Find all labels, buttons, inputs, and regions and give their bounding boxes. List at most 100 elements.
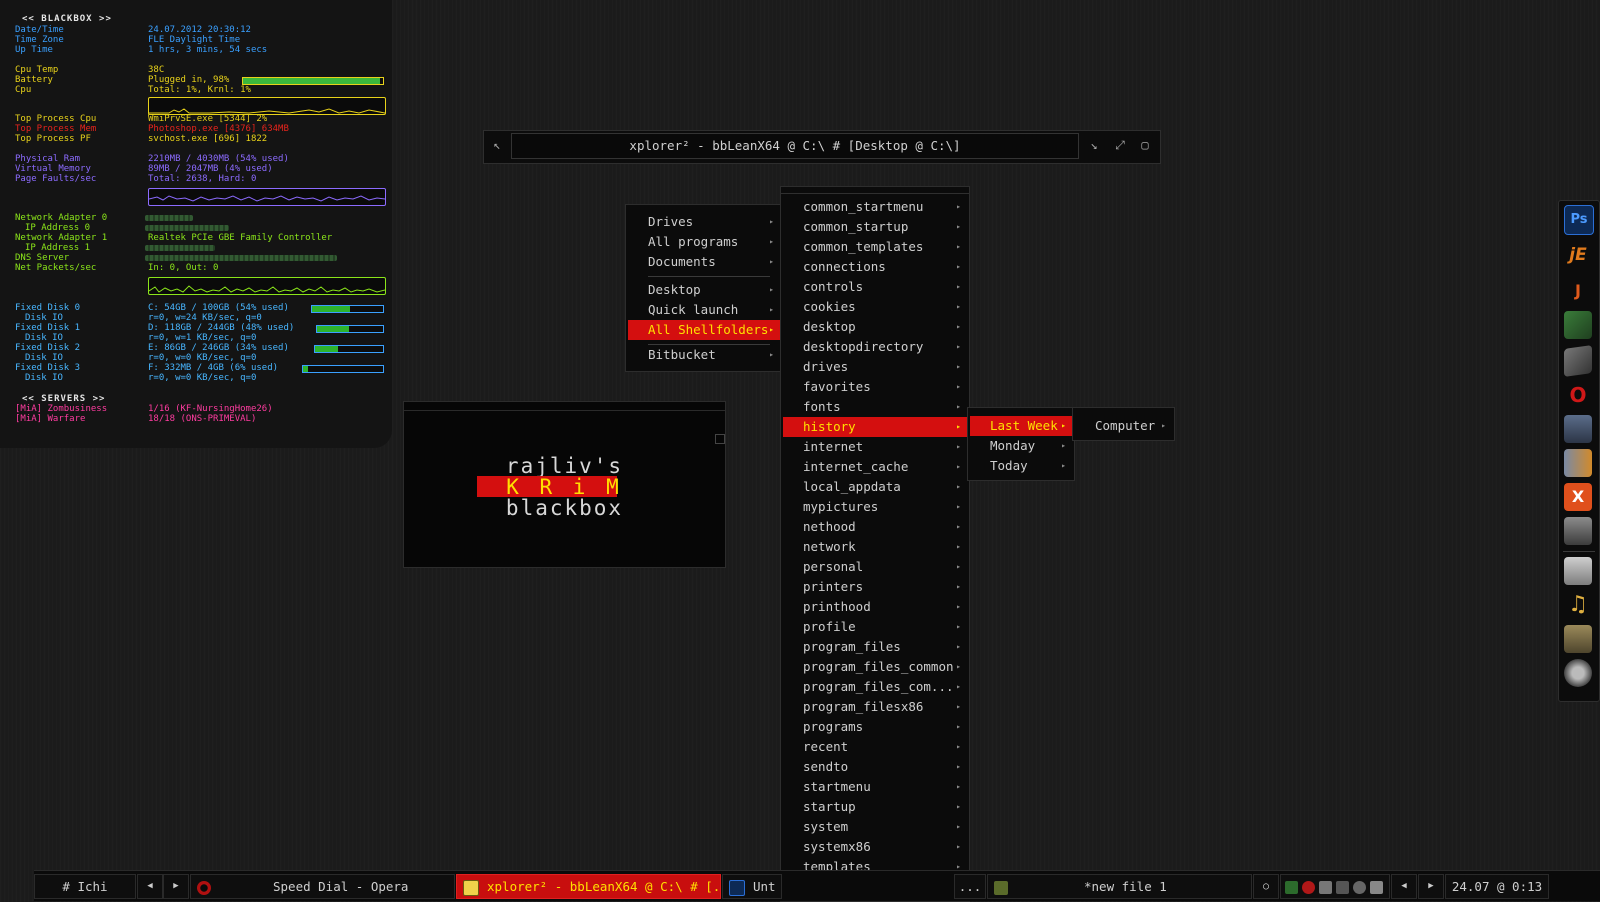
transfer-icon[interactable] xyxy=(1564,449,1592,477)
menu-item-common-startmenu[interactable]: common_startmenu ▸ xyxy=(783,197,967,217)
notepad-icon[interactable] xyxy=(1564,345,1592,377)
chevron-right-icon: ▸ xyxy=(1061,441,1066,450)
network-icon[interactable] xyxy=(1564,415,1592,443)
menu-item-today[interactable]: Today ▸ xyxy=(970,456,1072,476)
menu-item-nethood[interactable]: nethood ▸ xyxy=(783,517,967,537)
sysinfo-row: Top Process Mem Photoshop.exe [4376] 634M… xyxy=(15,124,289,134)
tray-next-button[interactable]: ▶ xyxy=(1418,874,1444,899)
menu-item-common-startup[interactable]: common_startup ▸ xyxy=(783,217,967,237)
menu-item-all-programs[interactable]: All programs ▸ xyxy=(628,232,780,252)
menu-item-systemx86[interactable]: systemx86 ▸ xyxy=(783,837,967,857)
minimize-button[interactable]: ↘ xyxy=(1086,136,1102,154)
volume-icon[interactable] xyxy=(1370,881,1383,894)
menu-item-programs[interactable]: programs ▸ xyxy=(783,717,967,737)
window-title[interactable]: xplorer² - bbLeanX64 @ C:\ # [Desktop @ … xyxy=(511,133,1079,159)
menu-item-program-files[interactable]: program_files ▸ xyxy=(783,637,967,657)
menu-item-desktop[interactable]: desktop ▸ xyxy=(783,317,967,337)
document-icon[interactable] xyxy=(1564,557,1592,585)
menu-item-last-week[interactable]: Last Week ▸ xyxy=(970,416,1072,436)
chart-tray-icon[interactable] xyxy=(1285,881,1298,894)
logo-divider xyxy=(404,410,725,411)
network-tray-icon[interactable] xyxy=(1319,881,1332,894)
sysinfo-row: Network Adapter 0 xyxy=(15,213,108,223)
menu-item-startmenu[interactable]: startmenu ▸ xyxy=(783,777,967,797)
chevron-right-icon: ▸ xyxy=(956,242,961,251)
monitor-tray-icon[interactable] xyxy=(1336,881,1349,894)
menu-item-all-shellfolders[interactable]: All Shellfolders ▸ xyxy=(628,320,780,340)
tray-prev-button[interactable]: ◀ xyxy=(1391,874,1417,899)
opera-icon[interactable]: O xyxy=(1564,381,1592,409)
settings-tray-icon[interactable] xyxy=(1353,881,1366,894)
menu-item-network[interactable]: network ▸ xyxy=(783,537,967,557)
close-button[interactable]: ▢ xyxy=(1137,136,1153,154)
chevron-right-icon: ▸ xyxy=(769,237,774,246)
menu-item-program-files-common[interactable]: program_files_common ▸ xyxy=(783,657,967,677)
menu-item-bitbucket[interactable]: Bitbucket ▸ xyxy=(628,345,780,365)
menu-item-program-files-com[interactable]: program_files_com... ▸ xyxy=(783,677,967,697)
menu-item-printers[interactable]: printers ▸ xyxy=(783,577,967,597)
chevron-right-icon: ▸ xyxy=(1161,421,1166,430)
menu-item-recent[interactable]: recent ▸ xyxy=(783,737,967,757)
menu-item-connections[interactable]: connections ▸ xyxy=(783,257,967,277)
resize-handle[interactable] xyxy=(715,434,725,444)
menu-item-common-templates[interactable]: common_templates ▸ xyxy=(783,237,967,257)
menu-item-desktopdirectory[interactable]: desktopdirectory ▸ xyxy=(783,337,967,357)
workspace-next-button[interactable]: ▶ xyxy=(163,874,189,899)
image-icon[interactable] xyxy=(1564,625,1592,653)
chevron-right-icon: ▸ xyxy=(956,202,961,211)
java-icon[interactable]: J xyxy=(1564,277,1592,305)
menu-item-computer[interactable]: Computer ▸ xyxy=(1075,416,1172,436)
menu-item-monday[interactable]: Monday ▸ xyxy=(970,436,1072,456)
menu-item-controls[interactable]: controls ▸ xyxy=(783,277,967,297)
task-notepad[interactable]: *new file 1 xyxy=(987,874,1252,899)
menu-item-documents[interactable]: Documents ▸ xyxy=(628,252,780,272)
menu-item-drives[interactable]: drives ▸ xyxy=(783,357,967,377)
menu-item-printhood[interactable]: printhood ▸ xyxy=(783,597,967,617)
xampp-icon[interactable]: X xyxy=(1564,483,1592,511)
menu-item-quick-launch[interactable]: Quick launch ▸ xyxy=(628,300,780,320)
workspace-prev-button[interactable]: ◀ xyxy=(137,874,163,899)
photoshop-icon[interactable]: Ps xyxy=(1564,205,1594,235)
menu-item-desktop[interactable]: Desktop ▸ xyxy=(628,280,780,300)
tray-menu-button[interactable]: ○ xyxy=(1253,874,1279,899)
menu-item-internet-cache[interactable]: internet_cache ▸ xyxy=(783,457,967,477)
menu-item-internet[interactable]: internet ▸ xyxy=(783,437,967,457)
chevron-right-icon: ▸ xyxy=(956,662,961,671)
menu-item-fonts[interactable]: fonts ▸ xyxy=(783,397,967,417)
menu-item-local-appdata[interactable]: local_appdata ▸ xyxy=(783,477,967,497)
logo-line-3: blackbox xyxy=(505,496,624,520)
task-other[interactable]: ... xyxy=(954,874,986,899)
chart-icon[interactable] xyxy=(1564,311,1592,339)
chevron-right-icon: ▸ xyxy=(769,350,774,359)
task-opera[interactable]: Speed Dial - Opera xyxy=(190,874,455,899)
menu-item-personal[interactable]: personal ▸ xyxy=(783,557,967,577)
chevron-right-icon: ▸ xyxy=(956,462,961,471)
clock[interactable]: 24.07 @ 0:13 xyxy=(1445,874,1549,899)
jedit-icon[interactable]: jE xyxy=(1564,241,1592,269)
menu-item-program-filesx86[interactable]: program_filesx86 ▸ xyxy=(783,697,967,717)
menu-item-profile[interactable]: profile ▸ xyxy=(783,617,967,637)
menu-item-system[interactable]: system ▸ xyxy=(783,817,967,837)
redacted-value xyxy=(145,255,337,261)
menu-item-startup[interactable]: startup ▸ xyxy=(783,797,967,817)
menu-item-mypictures[interactable]: mypictures ▸ xyxy=(783,497,967,517)
video-icon[interactable] xyxy=(1564,659,1592,687)
workspace-label[interactable]: # Ichi xyxy=(34,874,136,899)
battery-bar xyxy=(242,77,384,85)
menu-item-favorites[interactable]: favorites ▸ xyxy=(783,377,967,397)
shield-tray-icon[interactable] xyxy=(1302,881,1315,894)
menu-item-cookies[interactable]: cookies ▸ xyxy=(783,297,967,317)
task-xplorer[interactable]: xplorer² - bbLeanX64 @ C:\ # [... xyxy=(456,874,721,899)
chevron-right-icon: ▸ xyxy=(956,722,961,731)
menu-item-drives[interactable]: Drives ▸ xyxy=(628,212,780,232)
task-photoshop[interactable]: Unt xyxy=(722,874,782,899)
remote-icon[interactable] xyxy=(1564,517,1592,545)
photoshop-icon xyxy=(729,879,745,896)
music-icon[interactable]: ♫ xyxy=(1564,591,1592,619)
sysinfo-row: Disk IO r=0, w=0 KB/sec, q=0 xyxy=(25,373,257,383)
menu-item-history[interactable]: history ▸ xyxy=(783,417,967,437)
sysinfo-row: Page Faults/sec Total: 2638, Hard: 0 xyxy=(15,174,257,184)
maximize-button[interactable]: ⤢ xyxy=(1112,136,1128,154)
window-menu-button[interactable]: ↖ xyxy=(489,136,505,154)
menu-item-sendto[interactable]: sendto ▸ xyxy=(783,757,967,777)
